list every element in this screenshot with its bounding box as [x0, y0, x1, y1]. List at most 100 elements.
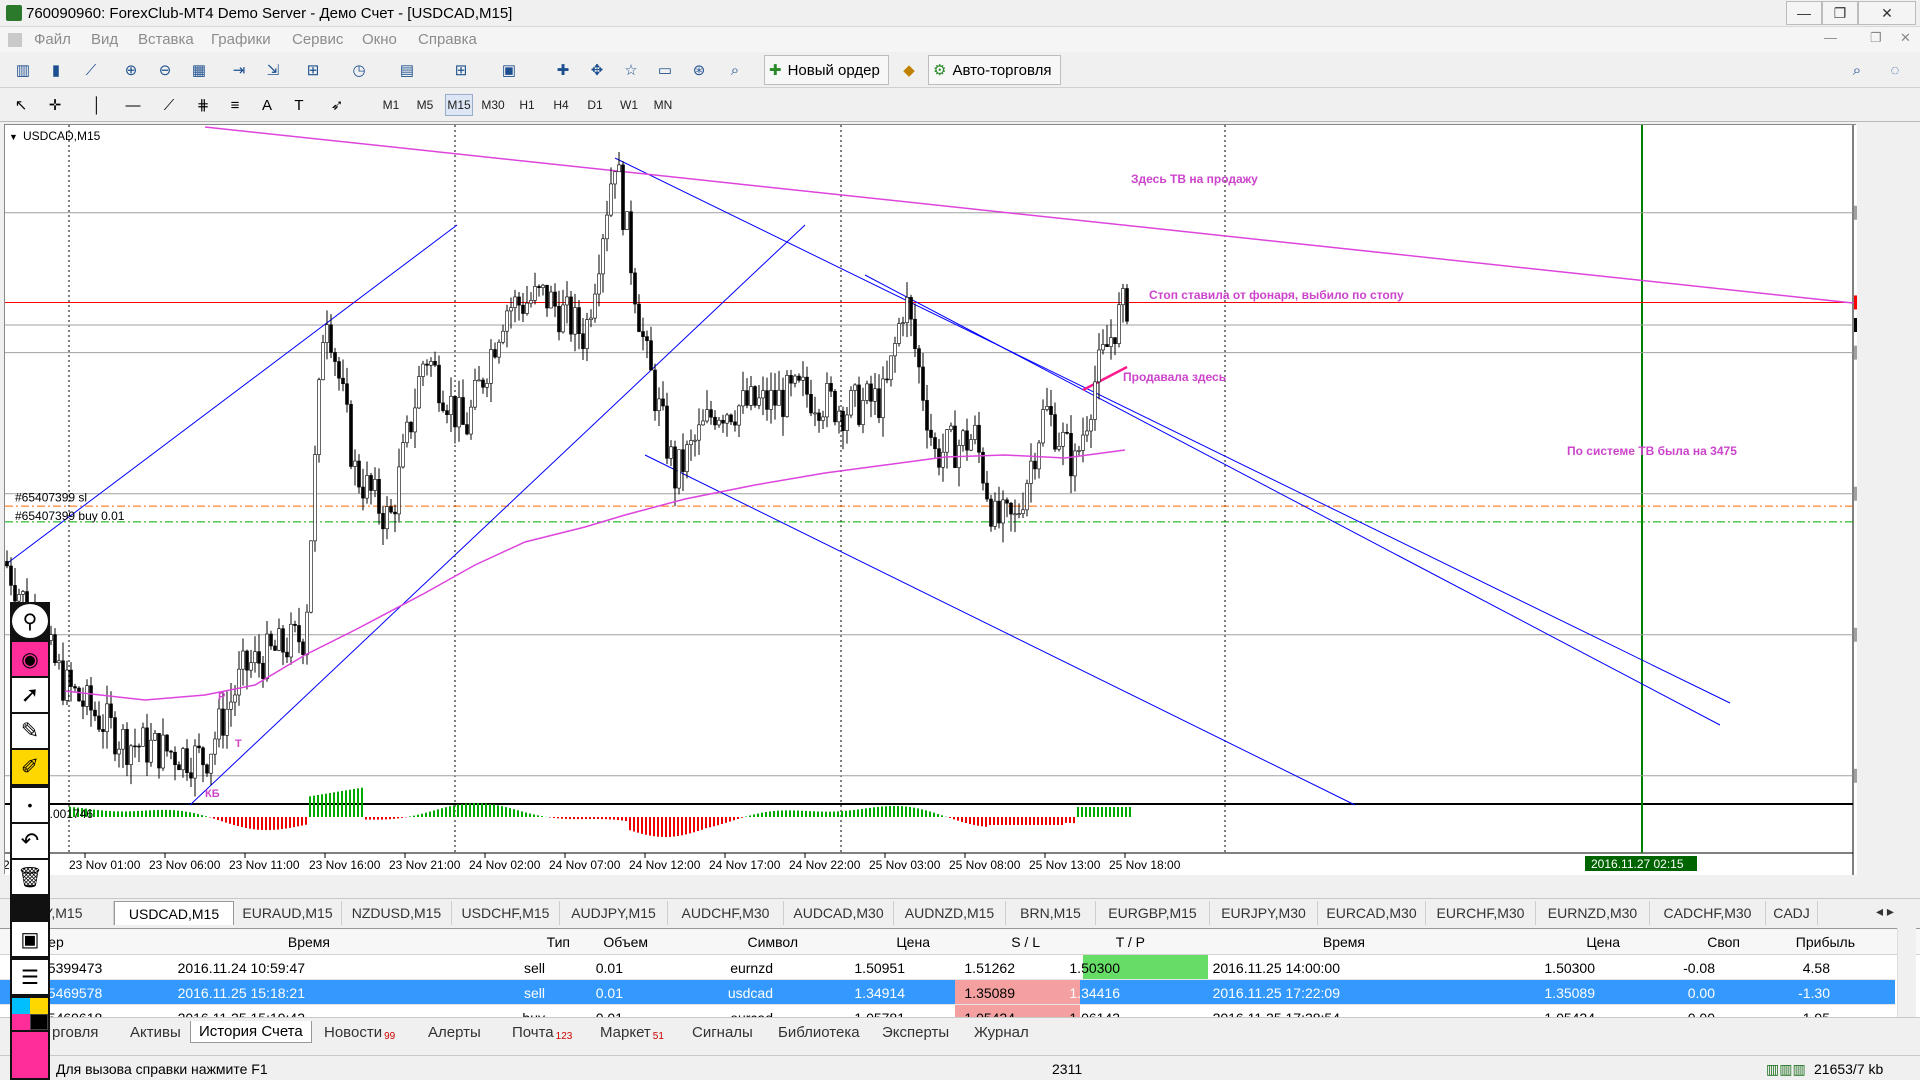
menu-window[interactable]: Окно [362, 31, 397, 48]
line-chart-icon[interactable]: ⟋ [78, 57, 104, 83]
tf-m15[interactable]: M15 [445, 94, 473, 116]
terminal-column-header[interactable]: Время [1323, 934, 1365, 950]
terminal-tab[interactable]: История Счета [190, 1021, 312, 1043]
terminal-column-header[interactable]: Своп [1707, 934, 1740, 950]
terminal-column-header[interactable]: Объем [603, 934, 648, 950]
indicators-icon[interactable]: ⊞ [300, 57, 326, 83]
terminal-column-header[interactable]: Цена [896, 934, 930, 950]
new-order-button[interactable]: ✚ Новый ордер [764, 55, 889, 85]
chart-tab[interactable]: EURGBP,M15 [1096, 901, 1210, 925]
terminal-tab[interactable]: Алерты [420, 1021, 489, 1043]
horizontal-line-icon[interactable]: — [120, 92, 146, 118]
camera-icon[interactable]: ▣ [12, 922, 48, 956]
text-label-icon[interactable]: T [286, 92, 312, 118]
terminal-tab[interactable]: Активы [122, 1021, 189, 1043]
autoscroll-icon[interactable]: ⇲ [260, 57, 286, 83]
tf-m30[interactable]: M30 [479, 94, 507, 116]
arrows-icon[interactable]: ➶ [324, 92, 350, 118]
minimize-button[interactable]: — [1786, 1, 1822, 25]
terminal-column-header[interactable]: Время [288, 934, 330, 950]
marker-icon[interactable]: ✐ [12, 750, 48, 784]
menu-file[interactable]: Файл [34, 31, 71, 48]
tile-windows-icon[interactable]: ▦ [186, 57, 212, 83]
chart-tab[interactable]: USDCHF,M15 [452, 901, 560, 925]
color-magenta-swatch[interactable] [12, 1014, 30, 1030]
terminal-tab[interactable]: Библиотека [770, 1021, 868, 1043]
market-watch-icon[interactable]: ✚ [550, 57, 576, 83]
bar-chart-icon[interactable]: ▥ [10, 57, 36, 83]
color-black-swatch[interactable] [30, 1014, 48, 1030]
tf-m1[interactable]: M1 [377, 94, 405, 116]
trendline-icon[interactable]: ⟋ [156, 92, 182, 118]
terminal-icon[interactable]: ▭ [652, 57, 678, 83]
tf-h4[interactable]: H4 [547, 94, 575, 116]
chart-tab[interactable]: AUDCAD,M30 [784, 901, 894, 925]
zoom-in-icon[interactable]: ⊕ [118, 57, 144, 83]
menu-help[interactable]: Справка [418, 31, 477, 48]
terminal-tab[interactable]: Почта 123 [504, 1021, 580, 1043]
undo-icon[interactable]: ↶ [12, 824, 48, 858]
text-icon[interactable]: A [254, 92, 280, 118]
chart-tab[interactable]: EURAUD,M15 [234, 901, 342, 925]
chat-icon[interactable]: ◌ [1882, 57, 1908, 83]
crosshair-icon[interactable]: ✛ [42, 92, 68, 118]
chart-tab[interactable]: NZDUSD,M15 [342, 901, 452, 925]
color-yellow-swatch[interactable] [30, 998, 48, 1014]
tabs-scroll-arrows-icon[interactable]: ◂ ▸ [1876, 903, 1894, 920]
tf-m5[interactable]: M5 [411, 94, 439, 116]
chart-tab[interactable]: AUDNZD,M15 [894, 901, 1006, 925]
crosshair-nav-icon[interactable]: ✥ [584, 57, 610, 83]
fibonacci-icon[interactable]: ≡ [222, 92, 248, 118]
chart-tab[interactable]: USDCAD,M15 [114, 901, 234, 925]
terminal-column-header[interactable]: Цена [1586, 934, 1620, 950]
dot-small-icon[interactable]: • [12, 788, 48, 822]
mdi-restore-icon[interactable]: ❐ [1870, 30, 1882, 46]
color-cyan-swatch[interactable] [12, 998, 30, 1014]
eye-icon[interactable]: ◉ [12, 642, 48, 676]
terminal-column-header[interactable]: T / P [1116, 934, 1145, 950]
menu-charts[interactable]: Графики [211, 31, 271, 48]
table-row[interactable]: 55399473 2016.11.24 10:59:47 sell 0.01 eurnz… [0, 955, 1895, 980]
periods-clock-icon[interactable]: ◷ [346, 57, 372, 83]
pointer-icon[interactable]: ➚ [12, 678, 48, 712]
new-chart-icon[interactable]: ⊞ [448, 57, 474, 83]
terminal-column-header[interactable]: S / L [1011, 934, 1040, 950]
chart-tab[interactable]: AUDJPY,M15 [560, 901, 668, 925]
menu-view[interactable]: Вид [91, 31, 118, 48]
templates-icon[interactable]: ▤ [394, 57, 420, 83]
strategy-tester-icon[interactable]: ⊛ [686, 57, 712, 83]
table-row[interactable]: 55469578 2016.11.25 15:18:21 sell 0.01 usdca… [0, 980, 1895, 1005]
profiles-icon[interactable]: ▣ [496, 57, 522, 83]
terminal-tab[interactable]: Эксперты [874, 1021, 957, 1043]
terminal-tab[interactable]: Сигналы [684, 1021, 761, 1043]
terminal-column-header[interactable]: Тип [547, 934, 570, 950]
chart-tab[interactable]: AUDCHF,M30 [668, 901, 784, 925]
chart-tab[interactable]: EURNZD,M30 [1536, 901, 1650, 925]
cursor-icon[interactable]: ↖ [8, 92, 34, 118]
tf-h1[interactable]: H1 [513, 94, 541, 116]
terminal-tab[interactable]: Маркет 51 [592, 1021, 672, 1043]
chart-tab[interactable]: CADJ [1766, 901, 1818, 925]
search-zoom-icon[interactable]: ⌕ [722, 57, 748, 83]
terminal-column-header[interactable]: Символ [748, 934, 798, 950]
close-button[interactable]: ✕ [1858, 1, 1916, 25]
menu-tools[interactable]: Сервис [292, 31, 343, 48]
mdi-close-icon[interactable]: ✕ [1900, 30, 1911, 46]
terminal-tab[interactable]: Журнал [966, 1021, 1037, 1043]
vertical-line-icon[interactable]: │ [84, 92, 110, 118]
price-chart[interactable]: 1.353551.352801.352481.352051.351301.350… [3, 125, 1911, 875]
candle-chart-icon[interactable]: ▮ [43, 57, 69, 83]
chart-shift-icon[interactable]: ⇥ [226, 57, 252, 83]
restore-button[interactable]: ❐ [1822, 1, 1858, 25]
chart-tab[interactable]: BRN,M15 [1006, 901, 1096, 925]
mdi-minimize-icon[interactable]: — [1824, 30, 1837, 45]
channel-icon[interactable]: ⋕ [190, 92, 216, 118]
tf-mn[interactable]: MN [649, 94, 677, 116]
chart-tab[interactable]: CADCHF,M30 [1650, 901, 1766, 925]
pencil-icon[interactable]: ✎ [12, 714, 48, 748]
tf-w1[interactable]: W1 [615, 94, 643, 116]
menu-insert[interactable]: Вставка [138, 31, 194, 48]
auto-trading-button[interactable]: ⚙ Авто-торговля [928, 55, 1061, 85]
terminal-tab[interactable]: Новости 99 [316, 1021, 403, 1043]
current-color-swatch[interactable] [12, 1032, 48, 1078]
